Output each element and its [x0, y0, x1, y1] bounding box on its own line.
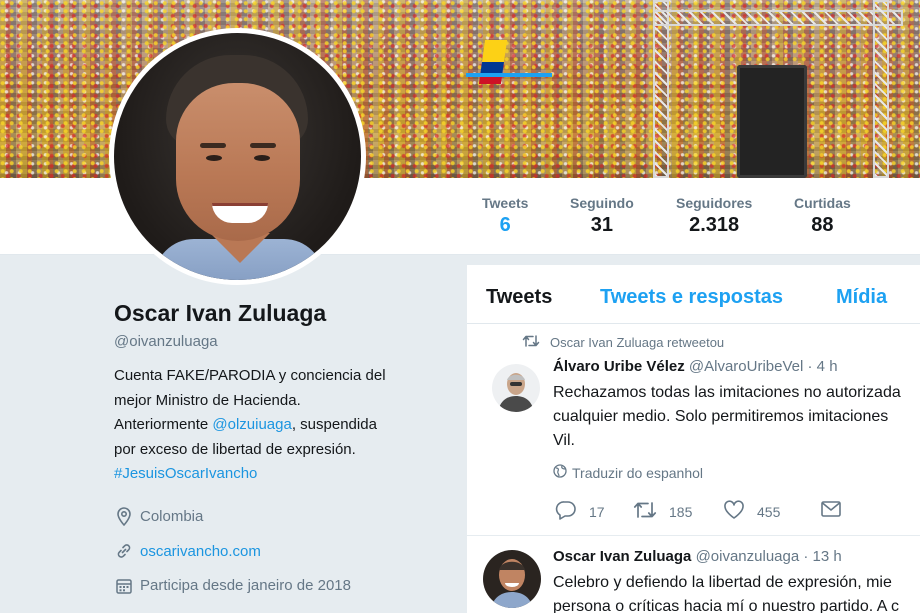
- profile-joined: Participa desde janeiro de 2018: [114, 569, 424, 604]
- speaker-stack: [737, 65, 807, 178]
- like-button[interactable]: 455: [723, 500, 780, 523]
- tweet-timestamp[interactable]: · 4 h: [808, 358, 838, 375]
- stat-value: 6: [499, 214, 511, 236]
- tweet-author-avatar[interactable]: [483, 550, 541, 608]
- translate-tweet-link[interactable]: Traduzir do espanhol: [553, 464, 703, 481]
- tweet-author-name[interactable]: Álvaro Uribe Vélez: [553, 358, 685, 375]
- bio-text: por exceso de libertad de expresión.: [114, 440, 356, 458]
- timeline: Tweets Tweets e respostas Mídia Oscar Iv…: [467, 265, 920, 613]
- link-icon: [114, 541, 134, 561]
- reply-count: 17: [589, 503, 605, 520]
- envelope-icon: [820, 500, 842, 521]
- tweet-author-handle[interactable]: @oivanzuluaga: [696, 548, 800, 565]
- reply-icon: [555, 500, 577, 523]
- tweet-text: Celebro y defiendo la libertad de expres…: [553, 571, 899, 613]
- stat-value: 88: [811, 214, 834, 236]
- tab-media[interactable]: Mídia: [836, 286, 887, 309]
- tweet-text: Rechazamos todas las imitaciones no auto…: [553, 381, 901, 453]
- tweet-timestamp[interactable]: · 13 h: [803, 548, 841, 565]
- tab-tweets[interactable]: Tweets: [486, 286, 552, 309]
- stat-label: Seguindo: [570, 195, 634, 211]
- bio-text: Anteriormente: [114, 416, 213, 433]
- tweet-author-handle[interactable]: @AlvaroUribeVel: [689, 358, 803, 375]
- like-count: 455: [757, 503, 781, 520]
- profile-bio: Cuenta FAKE/PARODIA y conciencia del mej…: [114, 364, 424, 487]
- direct-message-button[interactable]: [820, 500, 842, 521]
- retweet-context: Oscar Ivan Zuluaga retweetou: [522, 334, 724, 351]
- stat-likes[interactable]: Curtidas 88: [794, 195, 851, 237]
- joined-text: Participa desde janeiro de 2018: [140, 577, 351, 595]
- profile-location: Colombia: [114, 500, 424, 535]
- stat-following[interactable]: Seguindo 31: [570, 195, 634, 237]
- tweet[interactable]: Oscar Ivan Zuluaga @oivanzuluaga · 13 h …: [467, 536, 920, 613]
- retweet-count: 185: [669, 503, 693, 520]
- stat-label: Curtidas: [794, 195, 851, 211]
- location-text: Colombia: [140, 508, 204, 526]
- bio-text: mejor Ministro de Hacienda.: [114, 391, 301, 409]
- reply-button[interactable]: 17: [555, 500, 605, 523]
- heart-icon: [723, 500, 745, 523]
- retweet-context-text: Oscar Ivan Zuluaga retweetou: [550, 335, 725, 350]
- tweet-text-line: Celebro y defiendo la libertad de expres…: [553, 574, 892, 591]
- retweet-button[interactable]: 185: [633, 500, 692, 523]
- tweet-text-line: persona o críticas hacia mí o nuestro pa…: [553, 598, 899, 613]
- globe-icon: [553, 464, 567, 481]
- stat-followers[interactable]: Seguidores 2.318: [676, 195, 752, 237]
- profile-handle[interactable]: @oivanzuluaga: [114, 333, 424, 350]
- tweet-author-name[interactable]: Oscar Ivan Zuluaga: [553, 548, 691, 565]
- profile-website: oscarivancho.com: [114, 534, 424, 569]
- tweet-text-line: cualquier medio. Solo permitiremos imita…: [553, 408, 889, 425]
- calendar-icon: [114, 576, 134, 596]
- retweet-icon: [633, 500, 657, 523]
- tweet-author-avatar[interactable]: [492, 364, 540, 412]
- stat-tweets[interactable]: Tweets 6: [482, 195, 528, 237]
- location-pin-icon: [114, 506, 134, 527]
- bio-hashtag-link[interactable]: #JesuisOscarIvancho: [114, 465, 257, 482]
- stat-value: 2.318: [689, 214, 740, 236]
- profile-name[interactable]: Oscar Ivan Zuluaga: [114, 300, 424, 327]
- bio-text: , suspendida: [291, 416, 377, 433]
- tweet-text-line: Rechazamos todas las imitaciones no auto…: [553, 384, 901, 401]
- profile-header-card: Oscar Ivan Zuluaga @oivanzuluaga Cuenta …: [114, 300, 424, 603]
- tab-tweets-and-replies[interactable]: Tweets e respostas: [600, 286, 783, 309]
- tweet-header: Oscar Ivan Zuluaga @oivanzuluaga · 13 h: [553, 548, 842, 565]
- tweet-text-line: Vil.: [553, 432, 575, 449]
- bio-text: Cuenta FAKE/PARODIA y conciencia del: [114, 367, 386, 384]
- stat-value: 31: [590, 214, 614, 236]
- profile-avatar[interactable]: [109, 28, 366, 285]
- website-link[interactable]: oscarivancho.com: [140, 543, 261, 560]
- bio-mention-link[interactable]: @olzuiuaga: [212, 416, 291, 433]
- active-stat-indicator: [466, 73, 552, 77]
- stat-label: Seguidores: [676, 195, 753, 211]
- retweet-icon: [522, 334, 540, 351]
- stat-label: Tweets: [482, 195, 529, 211]
- tweet[interactable]: Oscar Ivan Zuluaga retweetou Álvaro Urib…: [467, 324, 920, 536]
- tweet-header: Álvaro Uribe Vélez @AlvaroUribeVel · 4 h: [553, 358, 838, 375]
- translate-text: Traduzir do espanhol: [572, 464, 704, 481]
- timeline-tabs: Tweets Tweets e respostas Mídia: [467, 265, 920, 324]
